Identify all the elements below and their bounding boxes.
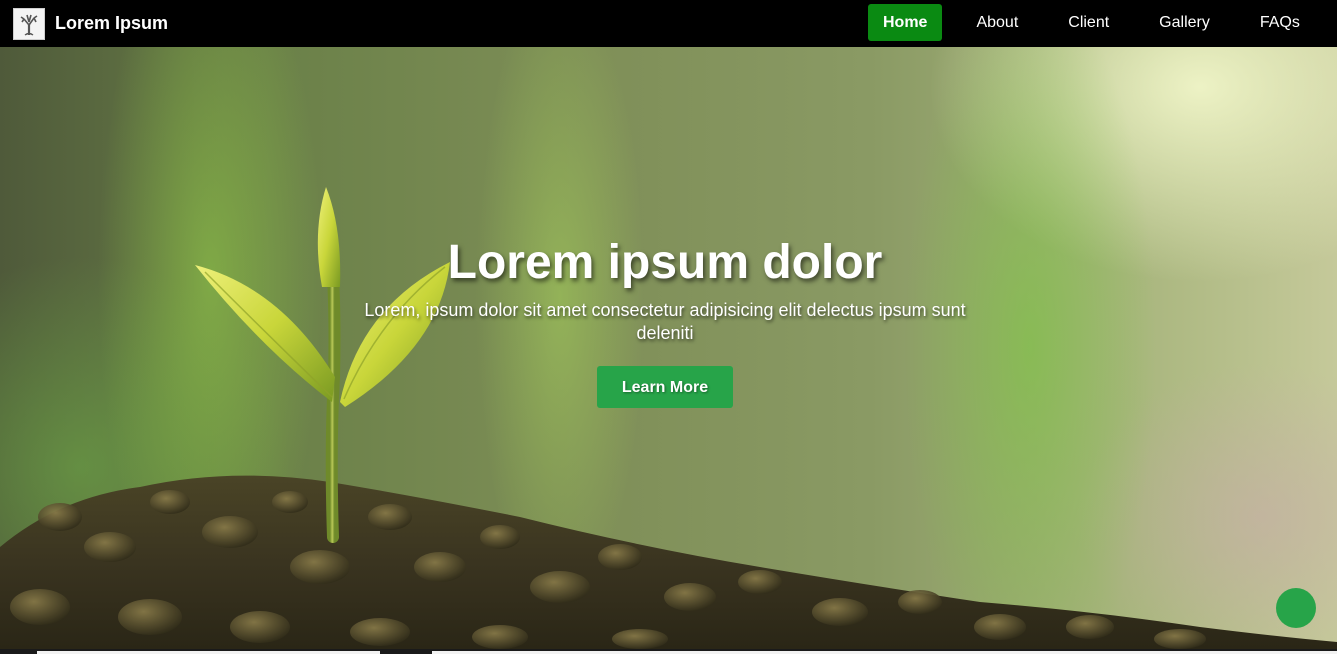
hero-subtitle-line2: deleniti bbox=[636, 323, 694, 343]
nav-link-gallery[interactable]: Gallery bbox=[1144, 4, 1225, 41]
learn-more-button[interactable]: Learn More bbox=[597, 366, 733, 408]
top-navbar: Lorem Ipsum Home About Client Gallery FA… bbox=[0, 0, 1337, 47]
hero-title: Lorem ipsum dolor bbox=[447, 236, 883, 289]
nav-link-home[interactable]: Home bbox=[868, 4, 943, 41]
hero-content: Lorem ipsum dolor Lorem, ipsum dolor sit… bbox=[318, 232, 1012, 408]
nav-links: Home About Client Gallery FAQs bbox=[868, 4, 1315, 41]
hero-subtitle: Lorem, ipsum dolor sit amet consectetur … bbox=[318, 299, 1012, 345]
bottom-edge bbox=[0, 649, 1337, 654]
brand-name: Lorem Ipsum bbox=[55, 13, 169, 33]
hero-subtitle-line1: Lorem, ipsum dolor sit amet consectetur … bbox=[364, 300, 966, 320]
floating-action-button[interactable] bbox=[1276, 588, 1316, 628]
nav-link-faqs[interactable]: FAQs bbox=[1245, 4, 1315, 41]
nav-link-about[interactable]: About bbox=[961, 4, 1033, 41]
tree-logo-icon bbox=[13, 7, 45, 40]
brand[interactable]: Lorem Ipsum bbox=[13, 7, 169, 40]
hero-section: Lorem ipsum dolor Lorem, ipsum dolor sit… bbox=[0, 47, 1337, 649]
nav-link-client[interactable]: Client bbox=[1053, 4, 1124, 41]
